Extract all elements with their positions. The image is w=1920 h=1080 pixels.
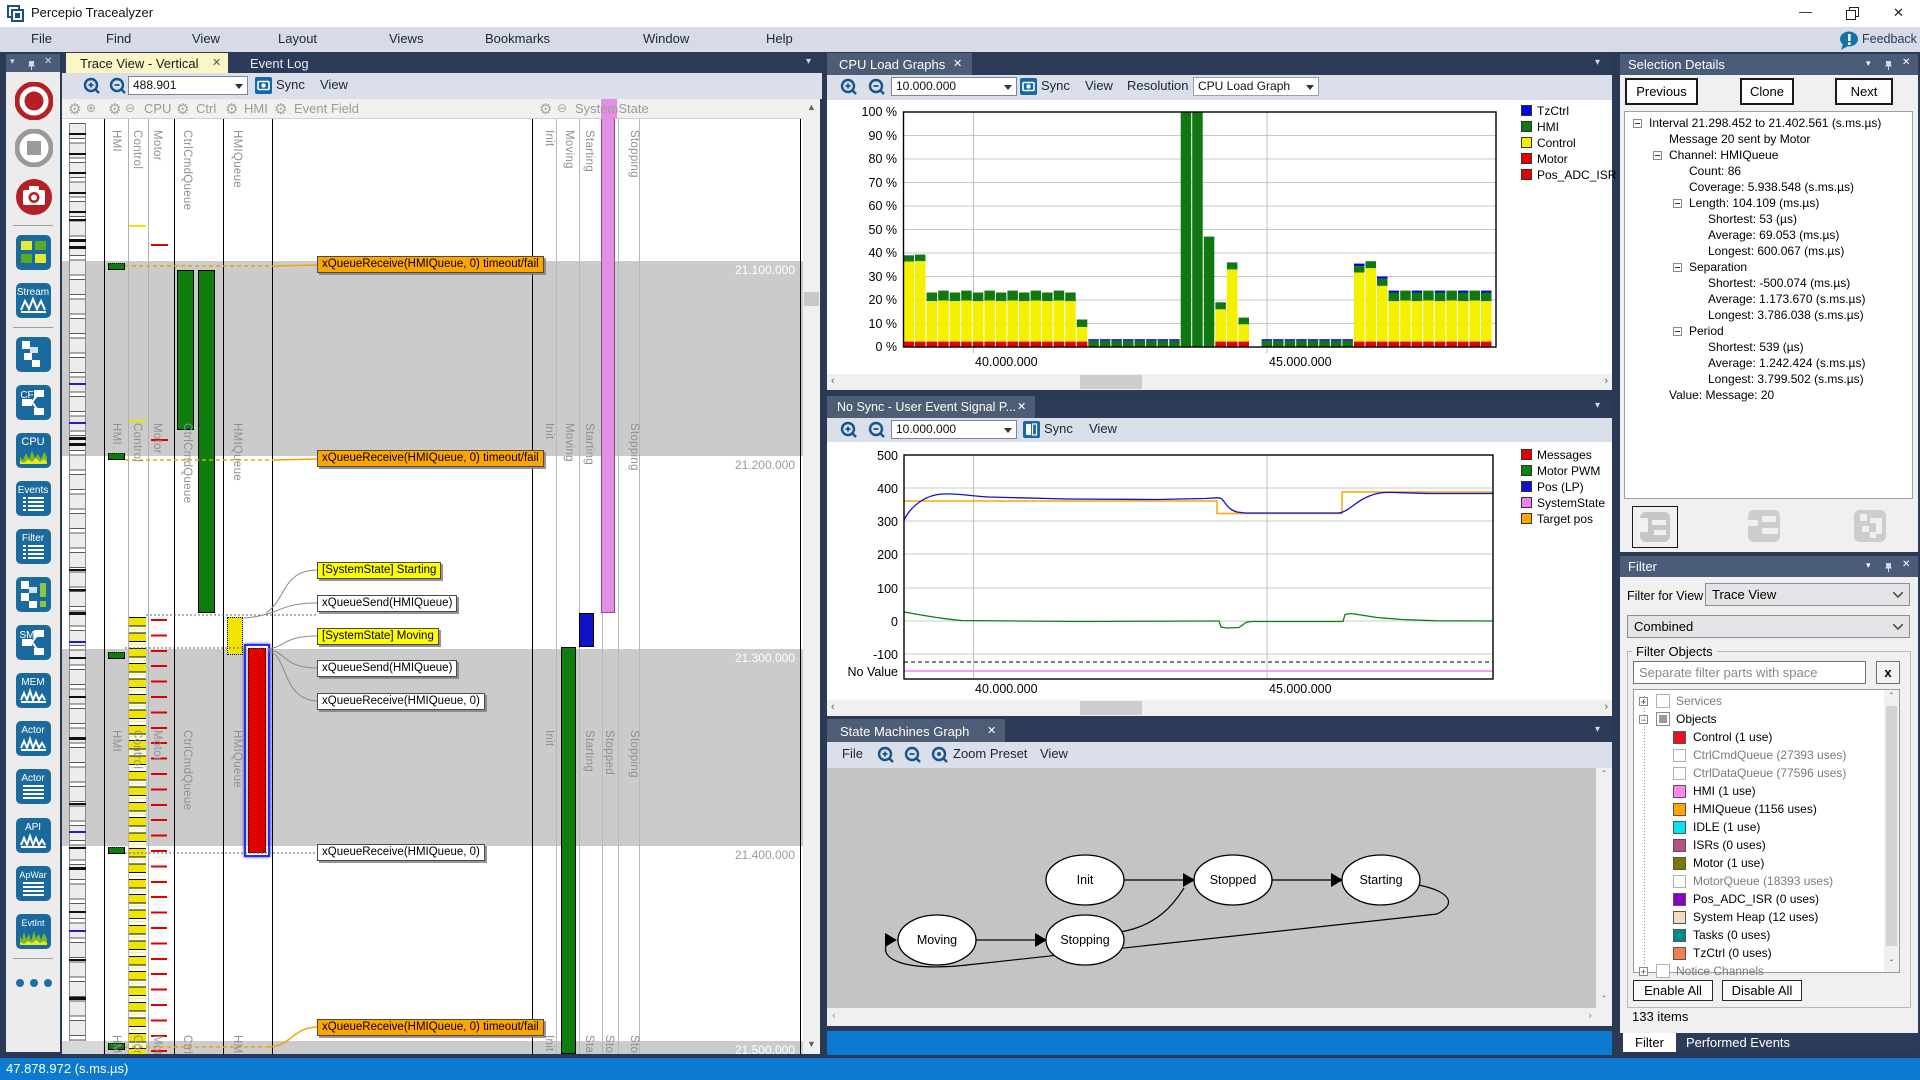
svg-text:90 %: 90 % <box>869 129 898 143</box>
svg-text:0: 0 <box>891 615 898 629</box>
svg-text:Moving: Moving <box>917 933 957 947</box>
svg-text:0 %: 0 % <box>875 340 897 354</box>
svg-text:40.000.000: 40.000.000 <box>975 355 1038 369</box>
svg-text:Starting: Starting <box>1359 873 1402 887</box>
svg-text:30 %: 30 % <box>869 270 898 284</box>
svg-text:40 %: 40 % <box>869 246 898 260</box>
svg-text:100: 100 <box>877 582 898 596</box>
svg-text:40.000.000: 40.000.000 <box>975 682 1038 696</box>
svg-text:200: 200 <box>877 548 898 562</box>
svg-text:Stopped: Stopped <box>1210 873 1257 887</box>
svg-text:Events: Events <box>18 485 49 496</box>
svg-text:100 %: 100 % <box>862 105 897 119</box>
svg-text:45.000.000: 45.000.000 <box>1269 682 1332 696</box>
svg-text:Actor: Actor <box>21 725 45 736</box>
svg-text:-100: -100 <box>873 648 898 662</box>
svg-text:CPU: CPU <box>21 436 44 448</box>
svg-text:Actor: Actor <box>21 773 45 784</box>
svg-text:20 %: 20 % <box>869 293 898 307</box>
svg-text:MEM: MEM <box>21 677 44 688</box>
svg-text:ApWar: ApWar <box>19 870 46 880</box>
svg-text:80 %: 80 % <box>869 152 898 166</box>
svg-text:Stopping: Stopping <box>1060 933 1109 947</box>
svg-text:EvtInt: EvtInt <box>21 918 45 928</box>
svg-text:API: API <box>25 822 41 833</box>
svg-text:300: 300 <box>877 515 898 529</box>
svg-text:Filter: Filter <box>22 533 45 544</box>
svg-text:70 %: 70 % <box>869 176 898 190</box>
svg-text:No Value: No Value <box>848 665 899 679</box>
svg-text:60 %: 60 % <box>869 199 898 213</box>
svg-text:Init: Init <box>1077 873 1094 887</box>
svg-text:400: 400 <box>877 482 898 496</box>
svg-text:50 %: 50 % <box>869 223 898 237</box>
svg-text:500: 500 <box>877 449 898 463</box>
svg-text:45.000.000: 45.000.000 <box>1269 355 1332 369</box>
svg-text:10 %: 10 % <box>869 317 898 331</box>
